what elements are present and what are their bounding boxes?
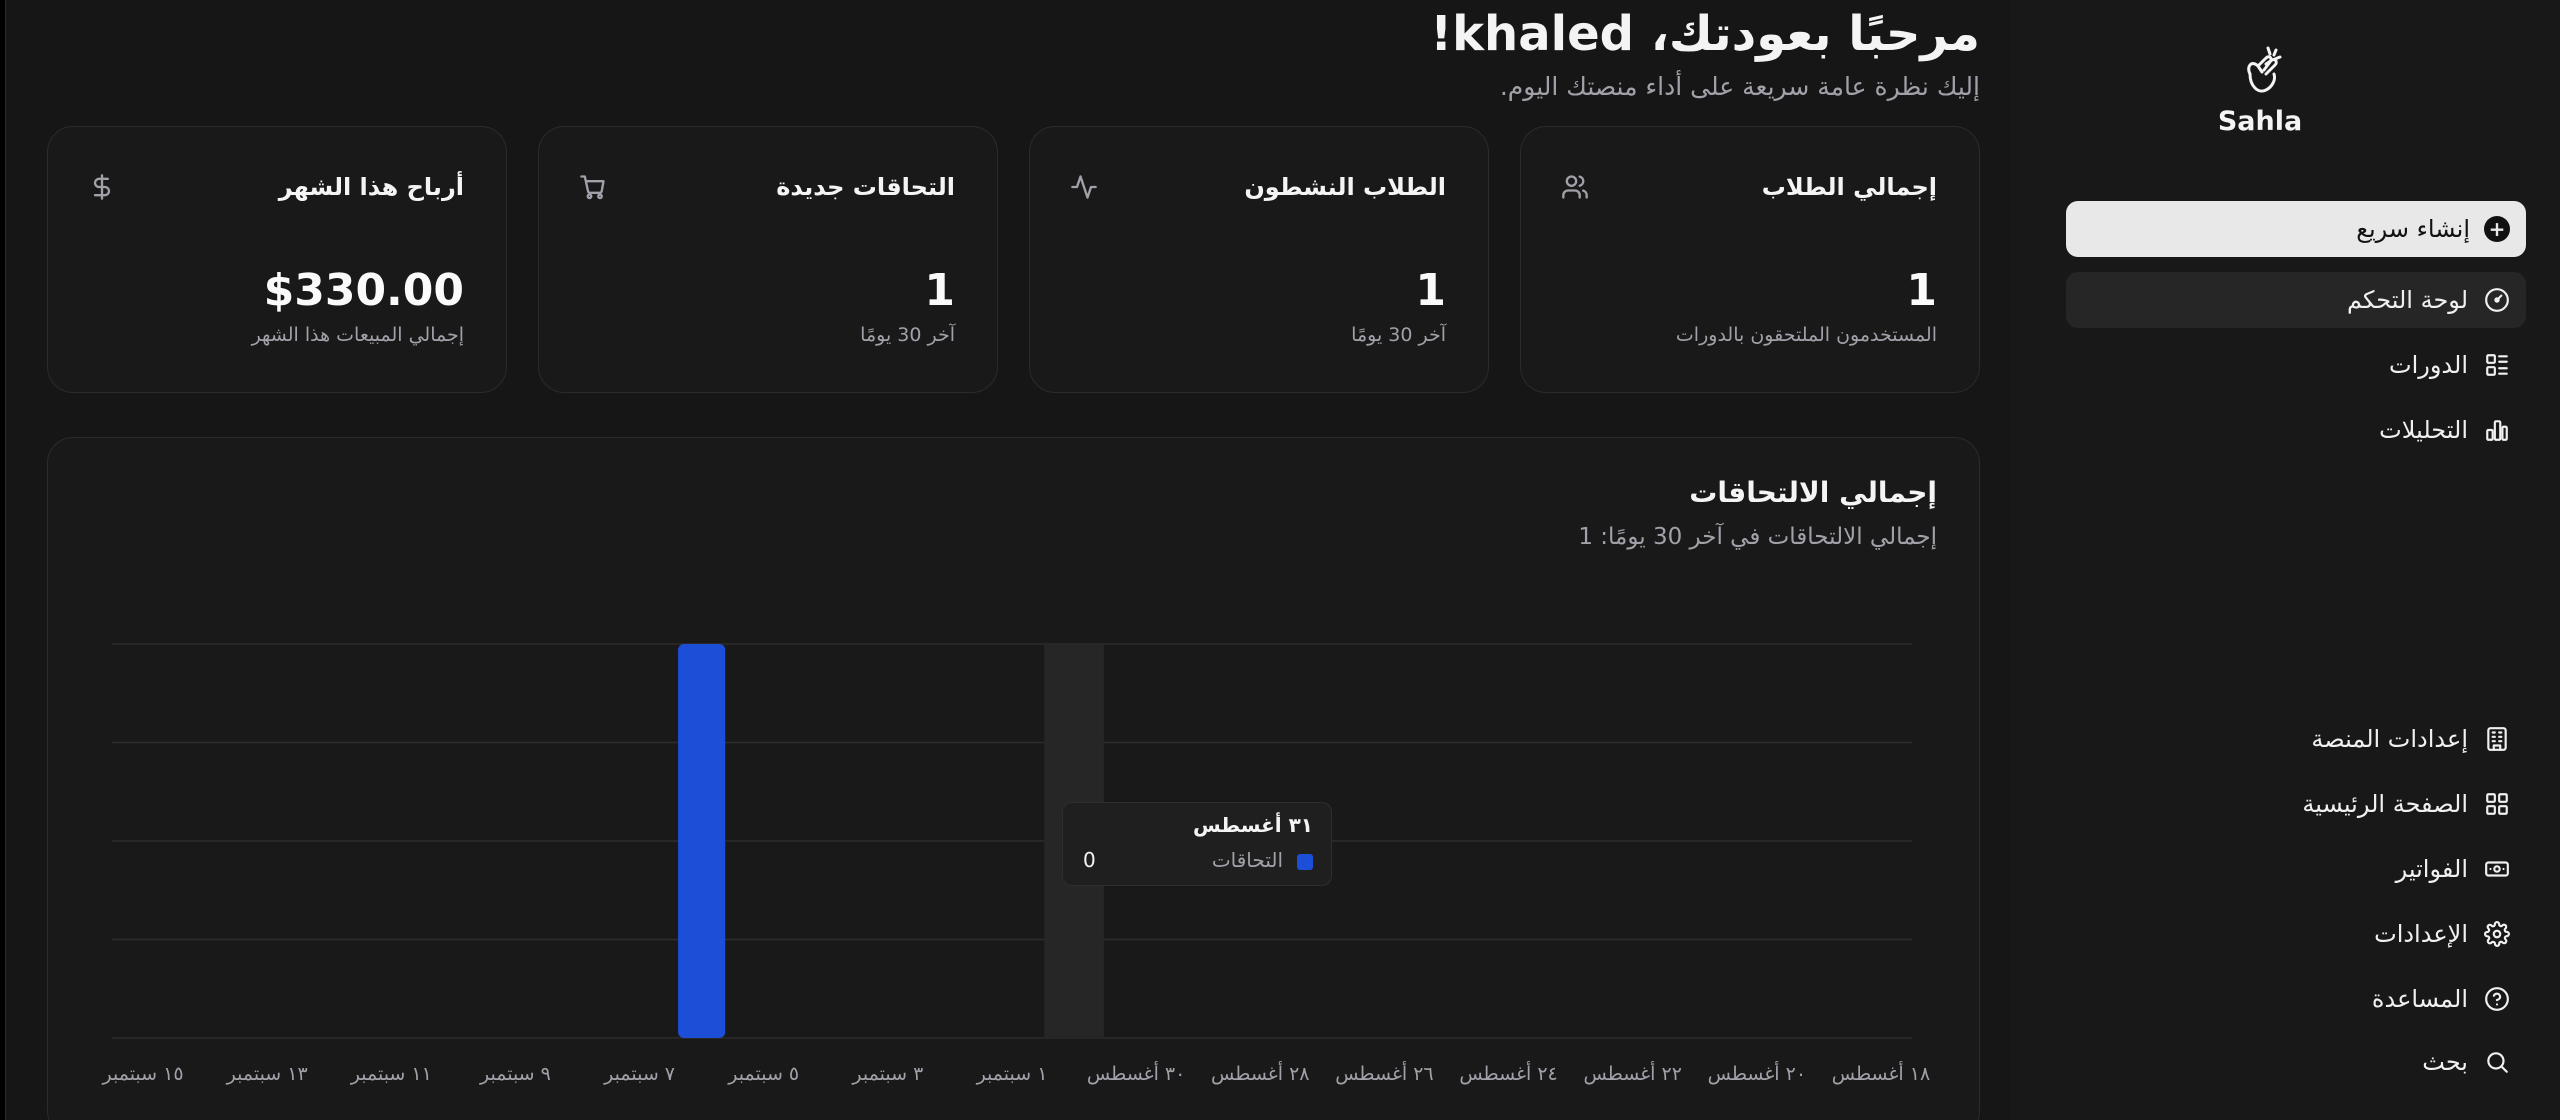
x-tick-label: ١ سبتمبر (976, 1063, 1048, 1085)
chart-bar[interactable] (678, 644, 726, 1038)
x-tick-label: ٣٠ أغسطس (1087, 1061, 1185, 1085)
tooltip-series-swatch (1297, 854, 1313, 870)
x-tick-label: ٥ سبتمبر (727, 1063, 799, 1085)
enrollments-bar-chart[interactable]: ١٨ أغسطس ٢٠ أغسطس ٢٢ أغسطس ٢٤ أغسطس ٢٦ أغسطس… (0, 0, 2560, 1120)
x-tick-label: ٢٨ أغسطس (1211, 1061, 1309, 1085)
x-tick-label: ٢٦ أغسطس (1335, 1061, 1433, 1085)
x-tick-label: ٩ سبتمبر (479, 1063, 551, 1085)
x-tick-label: ٢٢ أغسطس (1583, 1061, 1681, 1085)
x-tick-label: ١٥ سبتمبر (102, 1063, 184, 1085)
x-tick-label: ٢٠ أغسطس (1708, 1061, 1806, 1085)
chart-tooltip: ٣١ أغسطس التحاقات 0 (1062, 802, 1332, 886)
x-tick-label: ١٨ أغسطس (1832, 1061, 1930, 1085)
x-tick-label: ٢٤ أغسطس (1459, 1061, 1557, 1085)
x-tick-label: ١١ سبتمبر (350, 1063, 432, 1085)
tooltip-date: ٣١ أغسطس (1192, 813, 1313, 837)
x-tick-label: ٣ سبتمبر (851, 1063, 923, 1085)
x-tick-label: ١٣ سبتمبر (226, 1063, 308, 1085)
x-tick-label: ٧ سبتمبر (603, 1063, 675, 1085)
tooltip-value: 0 (1083, 848, 1096, 872)
tooltip-series-label: التحاقات (1211, 848, 1283, 872)
